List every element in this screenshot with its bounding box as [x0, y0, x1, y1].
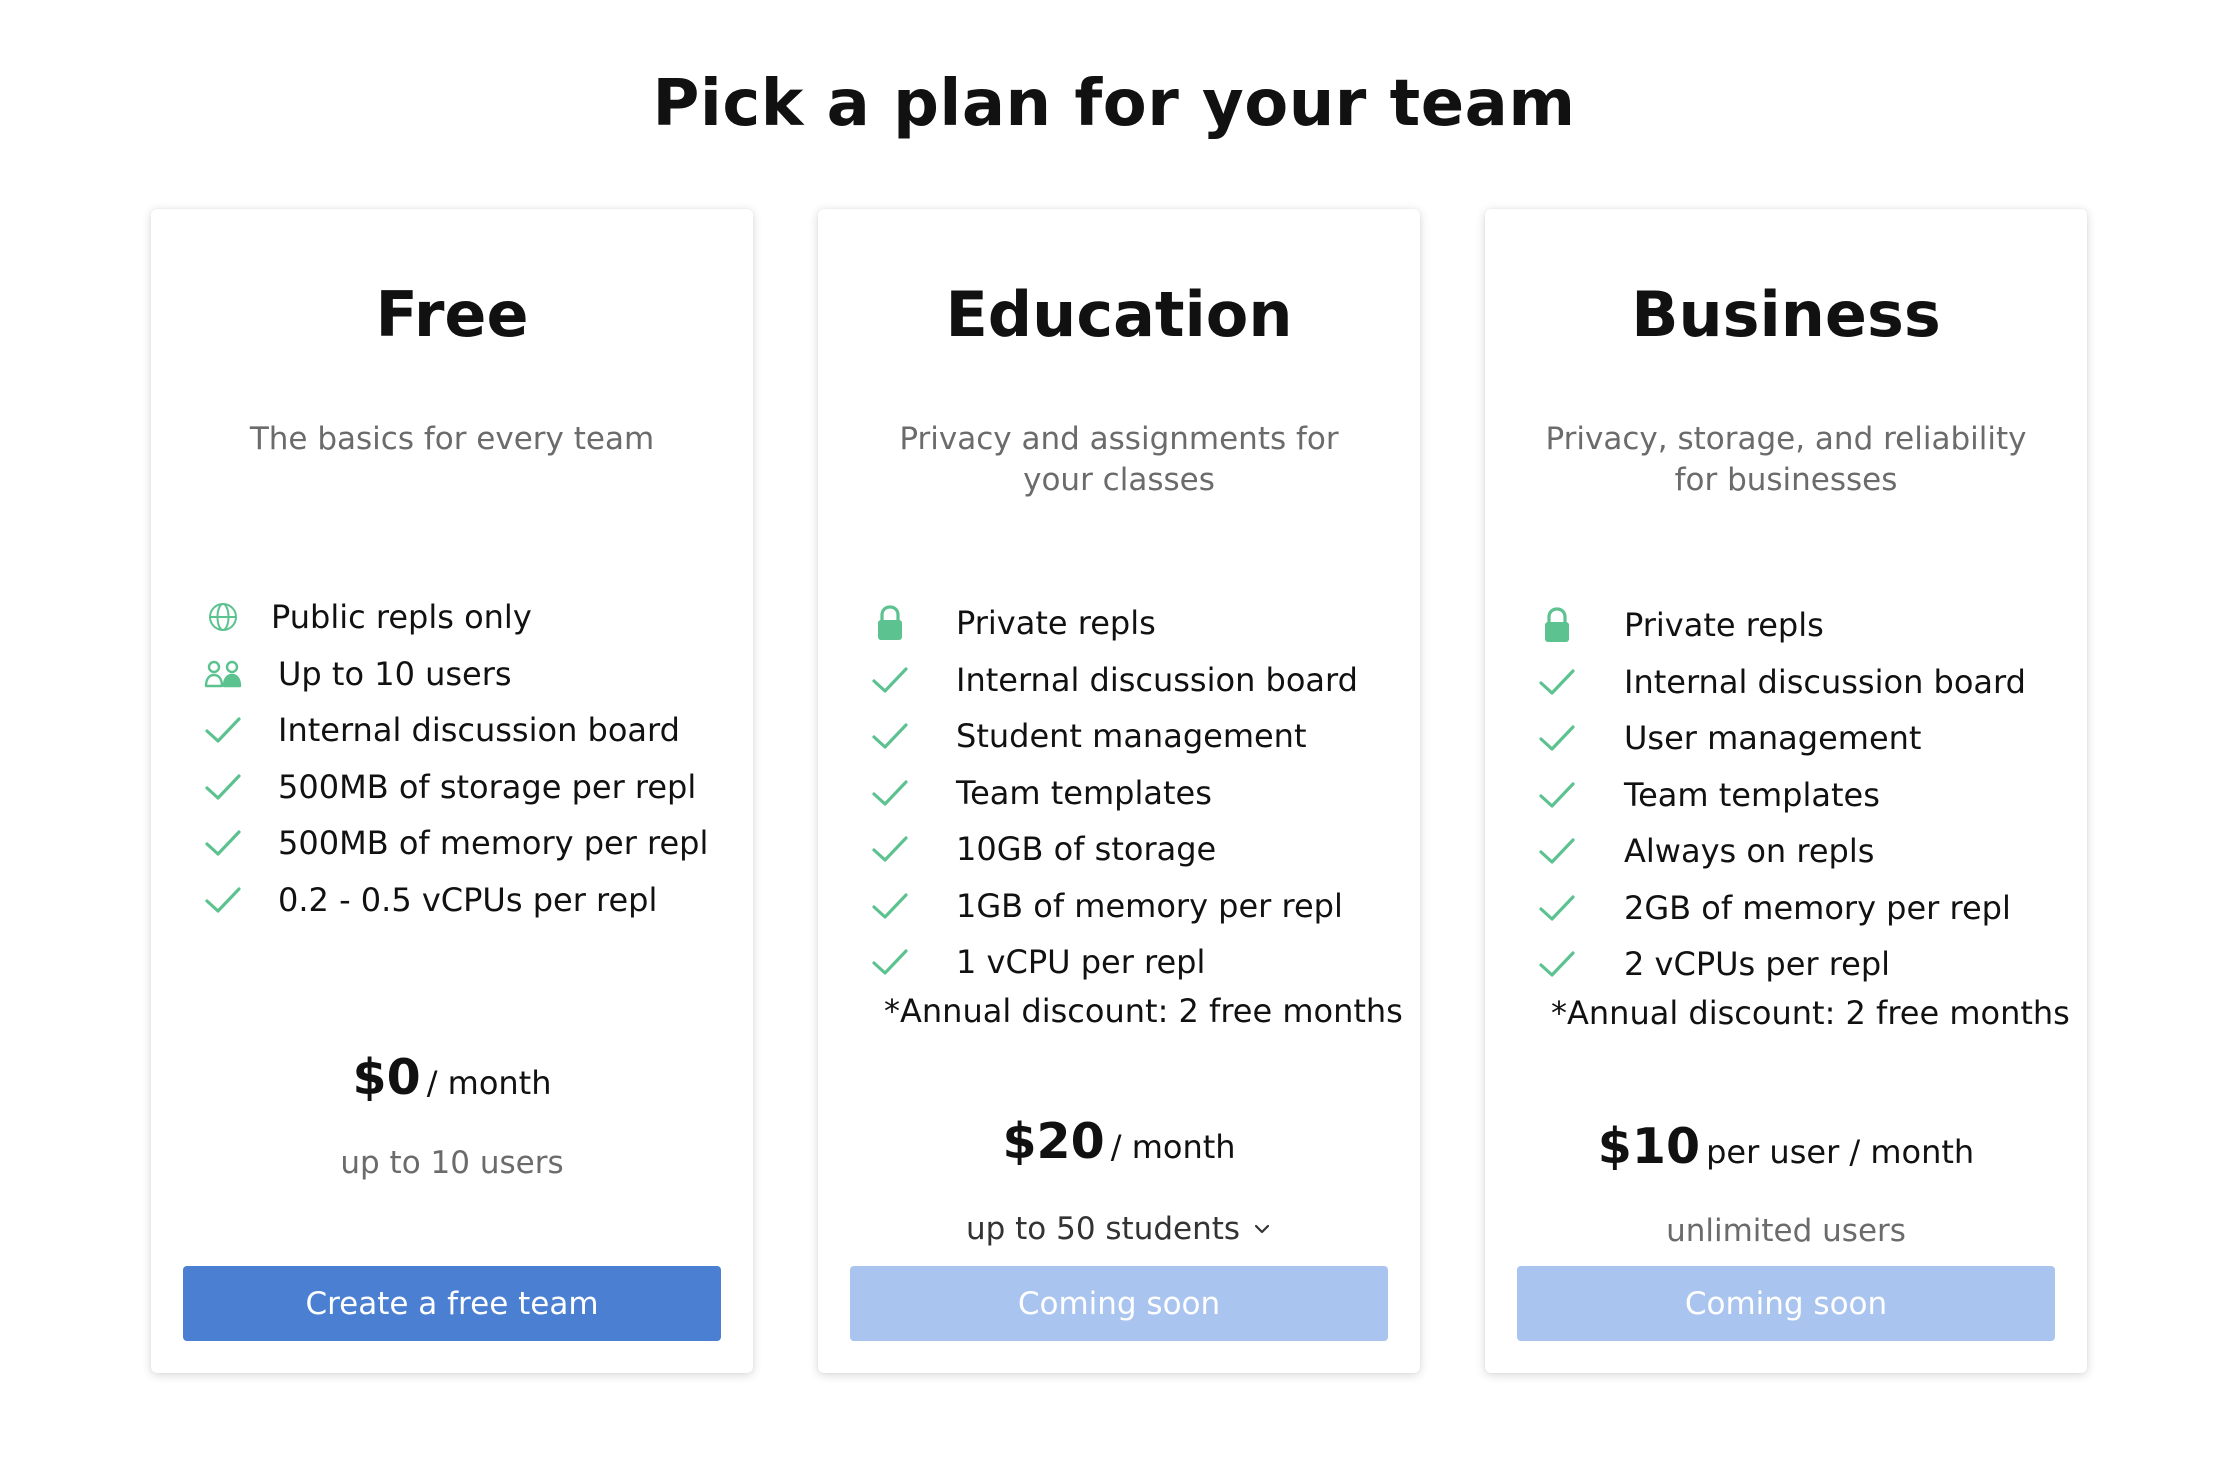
feature-item: 1GB of memory per repl [818, 878, 1420, 935]
check-icon [205, 717, 241, 743]
feature-text: 2 vCPUs per repl [1624, 945, 1891, 983]
feature-item: 500MB of storage per repl [151, 759, 753, 816]
lock-icon [878, 605, 902, 641]
create-free-team-button[interactable]: Create a free team [183, 1266, 721, 1341]
check-icon [872, 836, 908, 862]
price-period: / month [426, 1064, 552, 1102]
capacity-label: up to 50 students [965, 1211, 1241, 1247]
check-icon [1539, 895, 1575, 921]
page-title: Pick a plan for your team [652, 67, 1576, 141]
feature-item: Team templates [1485, 767, 2087, 824]
feature-text: 1 vCPU per repl [956, 943, 1206, 981]
feature-text: 2GB of memory per repl [1624, 888, 2011, 927]
check-icon [205, 830, 241, 856]
feature-text: Internal discussion board [956, 660, 1358, 699]
feature-item: User management [1485, 710, 2087, 767]
check-icon [1539, 725, 1575, 751]
feature-item: Internal discussion board [818, 652, 1420, 709]
feature-text: Private repls [956, 604, 1156, 642]
plan-card-education: Education Privacy and assignments for yo… [818, 209, 1420, 1373]
price-period: / month [1110, 1128, 1236, 1166]
feature-item: Team templates [818, 765, 1420, 822]
feature-text: Public repls only [271, 598, 532, 636]
feature-text: Team templates [1624, 775, 1880, 814]
lock-icon [1545, 607, 1569, 643]
feature-item: Up to 10 users [151, 646, 753, 703]
check-icon [872, 949, 908, 975]
globe-icon [209, 603, 237, 632]
feature-item: 2 vCPUs per repl [1485, 936, 2087, 993]
chevron-down-icon [1254, 1224, 1270, 1234]
check-icon [872, 780, 908, 806]
feature-text: User management [1624, 719, 1922, 757]
feature-item: 500MB of memory per repl [151, 815, 753, 872]
feature-text: Student management [956, 717, 1307, 755]
price-amount: $20 [1002, 1113, 1105, 1170]
price-amount: $0 [352, 1049, 421, 1106]
check-icon [872, 723, 908, 749]
check-icon [205, 887, 241, 913]
feature-list: Private repls Internal discussion board … [818, 595, 1420, 991]
price-amount: $10 [1597, 1118, 1701, 1175]
plan-name: Free [375, 278, 529, 351]
plan-description: Privacy and assignments for your classes [899, 421, 1339, 498]
check-icon [872, 667, 908, 693]
check-icon [205, 774, 241, 800]
check-icon [872, 893, 908, 919]
check-icon [1539, 838, 1575, 864]
feature-text: Team templates [956, 773, 1212, 812]
price: $20/ month [818, 1113, 1420, 1170]
student-count-dropdown[interactable]: up to 50 students [966, 1209, 1272, 1249]
feature-text: 500MB of memory per repl [278, 824, 709, 862]
coming-soon-button[interactable]: Coming soon [850, 1266, 1388, 1341]
feature-item: Private repls [1485, 597, 2087, 654]
feature-text: Up to 10 users [278, 654, 512, 693]
feature-text: Internal discussion board [1624, 662, 2026, 701]
feature-item: 10GB of storage [818, 821, 1420, 878]
feature-item: 0.2 - 0.5 vCPUs per repl [151, 872, 753, 929]
plan-name: Business [1631, 278, 1941, 351]
feature-text: Private repls [1624, 606, 1824, 644]
capacity-label: up to 10 users [340, 1145, 564, 1181]
feature-item: 1 vCPU per repl [818, 934, 1420, 991]
check-icon [1539, 951, 1575, 977]
plan-description: Privacy, storage, and reliability for bu… [1545, 421, 2027, 498]
plan-card-business: Business Privacy, storage, and reliabili… [1485, 209, 2087, 1373]
plan-name: Education [945, 278, 1293, 351]
check-icon [1539, 782, 1575, 808]
plan-description: The basics for every team [249, 421, 655, 457]
feature-item: Public repls only [151, 589, 753, 646]
coming-soon-button[interactable]: Coming soon [1517, 1266, 2055, 1341]
feature-item: Always on repls [1485, 823, 2087, 880]
feature-item: 2GB of memory per repl [1485, 880, 2087, 937]
price-period: per user / month [1706, 1133, 1975, 1171]
plan-card-free: Free The basics for every team Public re… [151, 209, 753, 1373]
feature-text: Internal discussion board [278, 711, 680, 749]
feature-item: Internal discussion board [1485, 654, 2087, 711]
price: $10 per user / month [1485, 1118, 2087, 1175]
users-icon [204, 660, 242, 687]
capacity-label: unlimited users [1666, 1213, 1906, 1249]
feature-text: 1GB of memory per repl [956, 886, 1343, 925]
feature-item: Student management [818, 708, 1420, 765]
feature-text: 0.2 - 0.5 vCPUs per repl [278, 880, 658, 919]
feature-item: Private repls [818, 595, 1420, 652]
feature-text: Always on repls [1624, 832, 1875, 870]
feature-list: Private repls Internal discussion board … [1485, 597, 2087, 993]
feature-list: Public repls only Up to 10 users Interna… [151, 589, 753, 928]
feature-item: Internal discussion board [151, 702, 753, 759]
check-icon [1539, 669, 1575, 695]
price: $0/ month [151, 1049, 753, 1106]
annual-discount-note: *Annual discount: 2 free months [884, 992, 1403, 1030]
feature-text: 500MB of storage per repl [278, 767, 697, 806]
annual-discount-note: *Annual discount: 2 free months [1551, 994, 2070, 1032]
feature-text: 10GB of storage [956, 830, 1217, 868]
capacity-row: up to 50 students [818, 1209, 1420, 1249]
